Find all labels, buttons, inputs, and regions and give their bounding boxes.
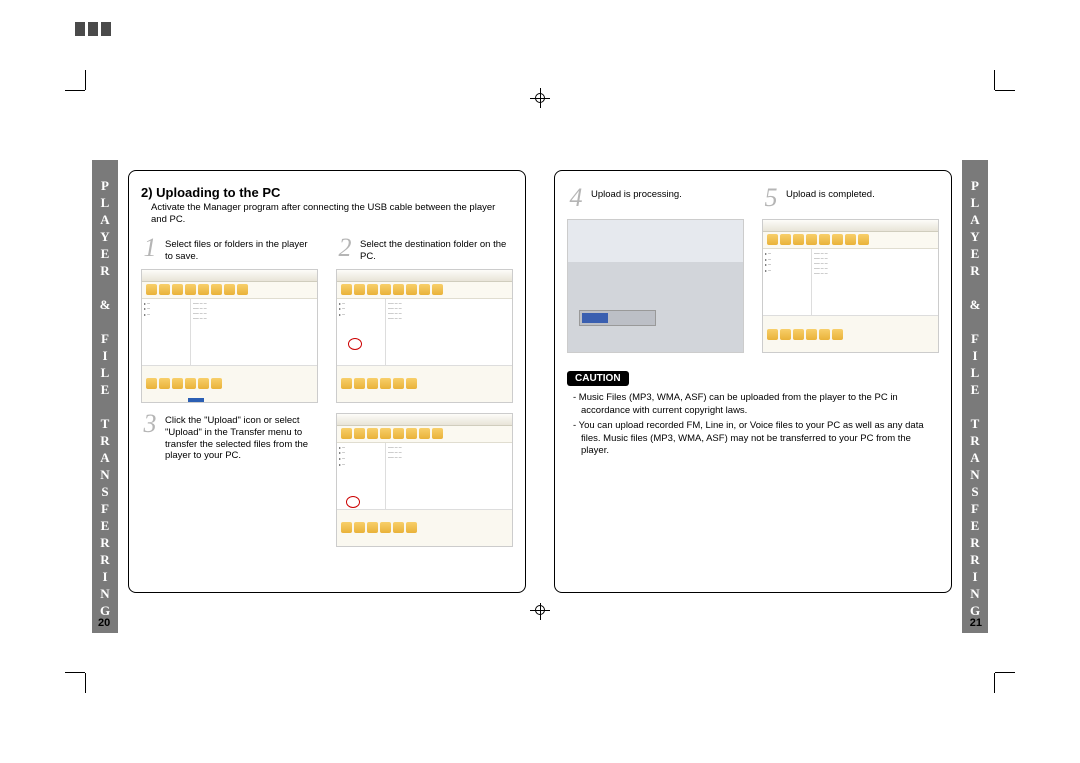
step-text: Select the destination folder on the PC. [360,237,513,263]
screenshot-step1: ▸ ─▸ ─▸ ─ ── ─ ─── ─ ─── ─ ─── ─ ─ [141,269,318,403]
caution-item: - Music Files (MP3, WMA, ASF) can be upl… [573,392,939,418]
page-right: PLAYER & FILE TRANSFERRING 4 Upload is p… [540,160,988,603]
page-content-right: 4 Upload is processing. 5 Upload is comp… [554,170,952,593]
caution-label: CAUTION [567,371,629,386]
step-2: 2 Select the destination folder on the P… [336,237,513,403]
step-1: 1 Select files or folders in the player … [141,237,318,403]
decorative-squares [75,22,111,36]
page-number-right: 21 [970,617,982,629]
step-number: 4 [567,187,585,209]
crop-mark-icon [995,70,1025,100]
side-tab-text: PLAYER & FILE TRANSFERRING [969,178,982,620]
section-title: 2) Uploading to the PC [141,185,513,200]
step-number: 2 [336,237,354,259]
step-text: Upload is completed. [786,187,875,201]
step-text: Click the "Upload" icon or select "Uploa… [165,413,318,463]
step-3-shot: ▸ ─▸ ─▸ ─▸ ─ ── ─ ─── ─ ─── ─ ─ [336,413,513,547]
registration-mark-icon [530,88,550,108]
side-tab-text: PLAYER & FILE TRANSFERRING [99,178,112,620]
page-number-left: 20 [98,617,110,629]
registration-mark-icon [530,600,550,620]
crop-mark-icon [55,70,85,100]
screenshot-step5: ▸ ─▸ ─▸ ─▸ ─ ── ─ ─── ─ ─── ─ ─── ─ ─── … [762,219,939,353]
screenshot-step2: ▸ ─▸ ─▸ ─ ── ─ ─── ─ ─── ─ ─── ─ ─ [336,269,513,403]
page-left: PLAYER & FILE TRANSFERRING 2) Uploading … [92,160,540,603]
step-text: Select files or folders in the player to… [165,237,318,263]
step-number: 3 [141,413,159,435]
page-content-left: 2) Uploading to the PC Activate the Mana… [128,170,526,593]
caution-list: - Music Files (MP3, WMA, ASF) can be upl… [567,392,939,458]
section-subtitle: Activate the Manager program after conne… [141,202,513,227]
step-4: 4 Upload is processing. [567,187,744,353]
screenshot-step4 [567,219,744,353]
side-tab-right: PLAYER & FILE TRANSFERRING [962,160,988,633]
crop-mark-icon [995,663,1025,693]
page-spread: PLAYER & FILE TRANSFERRING 2) Uploading … [92,160,988,603]
crop-mark-icon [55,663,85,693]
step-text: Upload is processing. [591,187,682,201]
step-5: 5 Upload is completed. ▸ ─▸ ─▸ ─▸ ─ ── ─… [762,187,939,353]
side-tab-left: PLAYER & FILE TRANSFERRING [92,160,118,633]
caution-item: - You can upload recorded FM, Line in, o… [573,420,939,458]
screenshot-step3: ▸ ─▸ ─▸ ─▸ ─ ── ─ ─── ─ ─── ─ ─ [336,413,513,547]
step-number: 5 [762,187,780,209]
step-number: 1 [141,237,159,259]
step-3: 3 Click the "Upload" icon or select "Upl… [141,413,318,547]
